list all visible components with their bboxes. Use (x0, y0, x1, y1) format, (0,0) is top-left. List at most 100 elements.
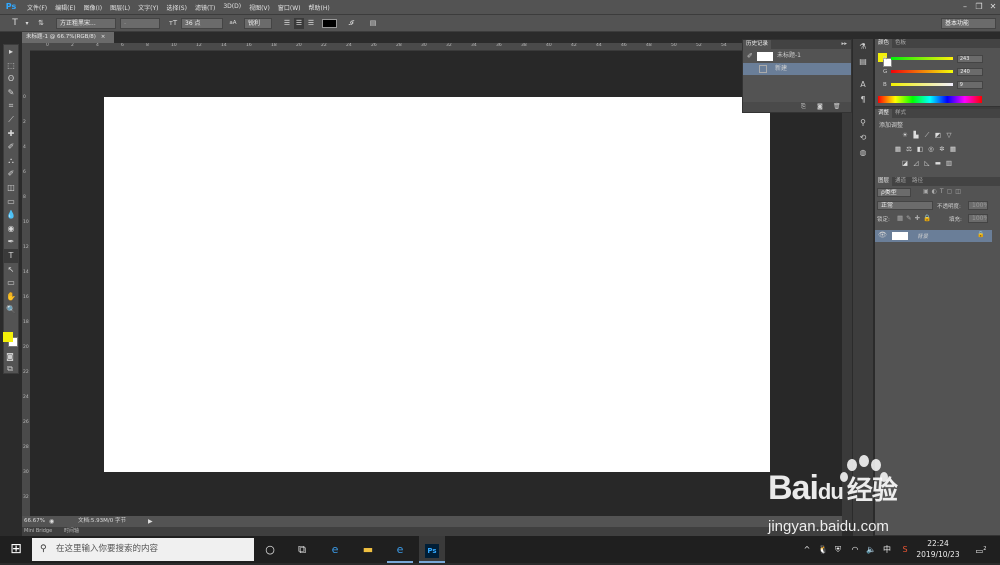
photoshop-taskbar-icon[interactable]: Ps (419, 536, 445, 563)
align-center-icon[interactable]: ☰ (294, 18, 304, 29)
tab-adjustments[interactable]: 调整 (875, 109, 893, 118)
brightness-icon[interactable]: ☀ (901, 131, 909, 139)
menu-item[interactable]: 文件(F) (23, 3, 51, 12)
tab-paths[interactable]: 路径 (909, 177, 926, 186)
path-select-icon[interactable]: ↖ (4, 263, 18, 277)
blur-icon[interactable]: 💧 (4, 208, 18, 222)
menu-item[interactable]: 选择(S) (162, 3, 191, 12)
tab-swatches[interactable]: 色板 (892, 39, 909, 48)
blue-value-input[interactable]: 9 (956, 80, 983, 89)
network-icon[interactable]: ◠ (849, 536, 861, 563)
healing-icon[interactable]: ✚ (4, 127, 18, 141)
status-menu-arrow-icon[interactable]: ▶ (148, 516, 153, 527)
warp-text-icon[interactable]: 𝓘 (346, 18, 356, 29)
align-right-icon[interactable]: ☰ (306, 18, 316, 29)
status-options-icon[interactable]: ◉ (49, 516, 54, 527)
tab-layers[interactable]: 图层 (875, 177, 893, 186)
levels-icon[interactable]: ▙ (912, 131, 920, 139)
tray-expand-icon[interactable]: ^ (802, 536, 812, 563)
eraser-icon[interactable]: ◫ (4, 181, 18, 195)
history-brush-source-icon[interactable]: ✐ (747, 49, 753, 63)
tab-channels[interactable]: 通道 (892, 177, 909, 186)
system-clock[interactable]: 22:24 2019/10/23 (910, 538, 966, 560)
layer-filter-select[interactable]: ρ类型 (877, 188, 911, 197)
crop-icon[interactable]: ⌗ (4, 99, 18, 113)
menu-item[interactable]: 编辑(E) (51, 3, 79, 12)
color-lookup-icon[interactable]: ▦ (949, 145, 957, 153)
green-slider[interactable] (891, 70, 954, 73)
black-white-icon[interactable]: ◧ (916, 145, 924, 153)
posterize-icon[interactable]: ◿ (912, 159, 920, 167)
blend-mode-select[interactable]: 正常 (877, 201, 933, 210)
tab-history[interactable]: 历史记录 (743, 40, 772, 49)
fill-input[interactable]: 100% (968, 214, 988, 223)
type-tool-icon[interactable]: T (10, 18, 20, 29)
tool-presets-icon[interactable]: ⚗ (853, 39, 873, 54)
layer-row[interactable]: 👁 背景 🔒 (875, 230, 992, 242)
restore-button[interactable]: ❐ (972, 0, 986, 14)
security-icon[interactable]: ⛨ (832, 536, 844, 563)
snapshot-label[interactable]: 未标题-1 (777, 49, 801, 63)
close-button[interactable]: ✕ (986, 0, 1000, 14)
lasso-icon[interactable]: ʘ (4, 72, 18, 86)
menu-item[interactable]: 3D(D) (219, 3, 245, 12)
stamp-icon[interactable]: ⛬ (4, 154, 18, 168)
menu-item[interactable]: 图层(L) (106, 3, 134, 12)
hue-saturation-icon[interactable]: ▦ (894, 145, 902, 153)
font-style-select[interactable]: - (120, 18, 160, 29)
vibrance-icon[interactable]: ▽ (945, 131, 953, 139)
tab-timeline[interactable]: 时间轴 (64, 527, 79, 536)
menu-item[interactable]: 图像(I) (80, 3, 106, 12)
quick-mask-icon[interactable]: ◙ (4, 352, 16, 362)
menu-item[interactable]: 帮助(H) (305, 3, 334, 12)
eyedropper-icon[interactable]: ⟋ (4, 113, 18, 127)
exposure-icon[interactable]: ◩ (934, 131, 942, 139)
screen-mode-icon[interactable]: ⧉ (4, 364, 16, 374)
curves-icon[interactable]: ⟋ (923, 131, 931, 139)
layer-filter-icons[interactable]: ▣◐T▢◫ (923, 188, 964, 195)
green-value-input[interactable]: 240 (957, 67, 984, 76)
move-icon[interactable]: ▸ (4, 45, 18, 59)
tab-styles[interactable]: 样式 (892, 109, 909, 118)
taskbar-search-input[interactable]: ⚲ 在这里输入你要搜索的内容 (32, 538, 254, 561)
workspace-select[interactable]: 基本功能 (941, 18, 996, 29)
align-left-icon[interactable]: ☰ (282, 18, 292, 29)
paragraph-icon[interactable]: ¶ (853, 92, 873, 107)
zoom-level[interactable]: 66.67% (24, 516, 45, 527)
blue-slider[interactable] (890, 83, 953, 86)
shape-icon[interactable]: ▭ (4, 276, 18, 290)
windows-start-icon[interactable]: ⊞ (4, 536, 28, 563)
history-brush-icon[interactable]: ✐ (4, 167, 18, 181)
character-icon[interactable]: A (853, 77, 873, 92)
gradient-icon[interactable]: ▭ (4, 195, 18, 209)
marquee-icon[interactable]: ⬚ (4, 59, 18, 73)
new-snapshot-icon[interactable]: ◙ (817, 102, 823, 112)
task-view-icon[interactable]: ⧉ (290, 536, 314, 563)
edge-icon[interactable]: e (322, 536, 348, 563)
tab-mini-bridge[interactable]: Mini Bridge (24, 527, 52, 536)
trash-icon[interactable]: 🗑 (833, 102, 841, 112)
tool-preset-arrow-icon[interactable]: ▾ (22, 18, 32, 29)
font-size-select[interactable]: 36 点 (181, 18, 223, 29)
dodge-icon[interactable]: ◉ (4, 222, 18, 236)
ie-icon[interactable]: e (387, 536, 413, 563)
tab-color[interactable]: 颜色 (875, 39, 893, 48)
color-spectrum-ramp[interactable] (878, 96, 982, 103)
visibility-eye-icon[interactable]: 👁 (878, 231, 887, 239)
brush-panel-icon[interactable]: ▤ (853, 54, 873, 69)
document-tab[interactable]: 未标题-1 @ 66.7%(RGB/8) × (22, 32, 114, 43)
foreground-color-swatch[interactable] (3, 332, 13, 342)
3d-icon[interactable]: ◍ (853, 145, 873, 160)
channel-mixer-icon[interactable]: ✲ (938, 145, 946, 153)
quick-select-icon[interactable]: ✎ (4, 86, 18, 100)
menu-item[interactable]: 滤镜(T) (191, 3, 219, 12)
hand-icon[interactable]: ✋ (4, 290, 18, 304)
menu-item[interactable]: 文字(Y) (134, 3, 162, 12)
antialias-select[interactable]: 锐利 (244, 18, 272, 29)
panel-collapse-icon[interactable]: ▸▸ (841, 40, 851, 49)
font-family-select[interactable]: 方正粗黑宋... (56, 18, 116, 29)
red-slider[interactable] (890, 57, 953, 60)
ime-indicator[interactable]: 中 (881, 536, 893, 563)
selective-color-icon[interactable]: ▥ (945, 159, 953, 167)
character-panel-icon[interactable]: ▤ (368, 18, 378, 29)
